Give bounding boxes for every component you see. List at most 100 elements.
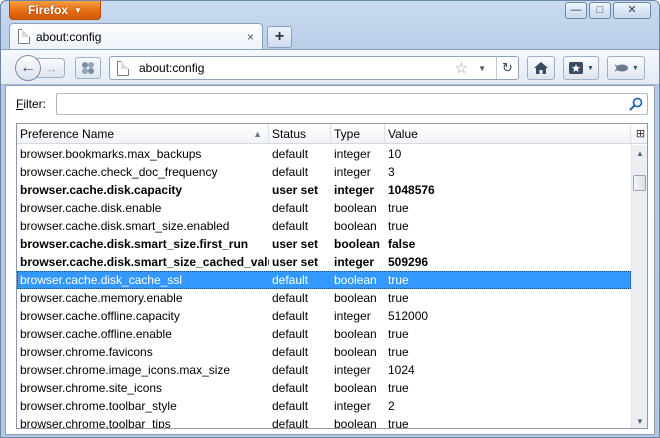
url-history-dropdown-icon[interactable]: ▼	[478, 64, 486, 73]
cell-type: boolean	[334, 327, 377, 341]
table-row[interactable]: browser.cache.disk.smart_size.first_run u…	[17, 235, 631, 253]
cell-status: default	[272, 345, 309, 359]
cell-status: default	[272, 309, 309, 323]
column-picker-icon[interactable]: ⊞	[631, 124, 647, 144]
table-row[interactable]: browser.chrome.site_icons default boolean t…	[17, 379, 631, 397]
cell-status: default	[272, 399, 309, 413]
back-forward-group: → ←	[15, 55, 71, 81]
table-row[interactable]: browser.cache.offline.enable default boole…	[17, 325, 631, 343]
table-row[interactable]: browser.chrome.toolbar_tips default boolea…	[17, 415, 631, 429]
cell-type: boolean	[334, 273, 377, 287]
cell-type: integer	[334, 147, 371, 161]
table-row[interactable]: browser.cache.disk.smart_size.enabled def…	[17, 217, 631, 235]
vertical-scrollbar[interactable]: ▲ ▼	[631, 145, 647, 428]
maximize-button[interactable]: □	[589, 2, 611, 19]
cell-status: default	[272, 147, 309, 161]
scroll-thumb[interactable]	[633, 175, 646, 191]
cell-name: browser.cache.disk.capacity	[20, 183, 183, 197]
cell-value: false	[388, 237, 416, 251]
page-icon	[18, 29, 30, 44]
bug-icon	[614, 64, 629, 72]
cell-type: integer	[334, 165, 371, 179]
column-header-status[interactable]: Status	[269, 124, 331, 144]
cell-name: browser.cache.disk.smart_size_cached_val…	[20, 255, 269, 269]
column-header-name[interactable]: Preference Name ▲	[17, 124, 269, 144]
cell-type: boolean	[334, 381, 377, 395]
cell-value: 1024	[388, 363, 415, 377]
cell-value: true	[388, 219, 409, 233]
column-header-type[interactable]: Type	[331, 124, 385, 144]
column-header-value[interactable]: Value	[385, 124, 631, 144]
chevron-down-icon: ▼	[74, 5, 82, 15]
home-button[interactable]	[527, 56, 555, 80]
cell-type: boolean	[334, 237, 381, 251]
filter-input-box[interactable]	[56, 93, 648, 115]
scroll-down-icon[interactable]: ▼	[632, 413, 647, 428]
url-bar[interactable]: about:config ☆ ▼ ↻	[109, 56, 519, 80]
tree-header: Preference Name ▲ Status Type Value ⊞	[17, 124, 647, 144]
cell-status: default	[272, 417, 309, 429]
table-row[interactable]: browser.cache.disk.smart_size_cached_val…	[17, 253, 631, 271]
page-content: Filter: Preference Name ▲ Status Type Va…	[5, 85, 655, 435]
cell-value: true	[388, 201, 409, 215]
cell-value: true	[388, 345, 409, 359]
window-controls: — □ ✕	[565, 2, 651, 19]
cell-type: integer	[334, 255, 375, 269]
table-row[interactable]: browser.cache.disk.capacity user set integ…	[17, 181, 631, 199]
table-row[interactable]: browser.bookmarks.max_backups default inte…	[17, 145, 631, 163]
cell-status: user set	[272, 237, 319, 251]
new-tab-button[interactable]: +	[267, 26, 292, 48]
cell-value: true	[388, 381, 409, 395]
cell-type: boolean	[334, 345, 377, 359]
cell-value: 1048576	[388, 183, 435, 197]
scroll-up-icon[interactable]: ▲	[632, 145, 647, 161]
cell-name: browser.bookmarks.max_backups	[20, 147, 202, 161]
back-button[interactable]: ←	[15, 55, 41, 81]
cell-status: user set	[272, 183, 319, 197]
filter-input[interactable]	[57, 94, 647, 114]
table-row[interactable]: browser.cache.offline.capacity default int…	[17, 307, 631, 325]
page-icon	[117, 60, 129, 76]
tab-close-icon[interactable]: ×	[247, 30, 254, 44]
url-text: about:config	[139, 61, 205, 75]
filter-row: Filter:	[16, 93, 648, 115]
table-row[interactable]: browser.chrome.favicons default boolean tru…	[17, 343, 631, 361]
table-row[interactable]: browser.chrome.toolbar_style default integ…	[17, 397, 631, 415]
cell-name: browser.cache.disk.enable	[20, 201, 162, 215]
tab-about-config[interactable]: about:config ×	[9, 23, 263, 49]
tab-title: about:config	[36, 29, 102, 44]
addon-menu-button[interactable]: ▼	[607, 56, 645, 80]
cell-name: browser.cache.disk.smart_size.first_run	[20, 237, 249, 251]
cell-name: browser.cache.disk_cache_ssl	[20, 273, 183, 287]
firefox-app-button[interactable]: Firefox ▼	[9, 1, 101, 20]
cell-value: true	[388, 417, 409, 429]
cell-status: default	[272, 273, 309, 287]
close-window-button[interactable]: ✕	[613, 2, 651, 19]
cell-status: default	[272, 381, 309, 395]
minimize-button[interactable]: —	[565, 2, 587, 19]
cell-type: integer	[334, 399, 371, 413]
reload-button[interactable]: ↻	[496, 57, 518, 79]
cell-name: browser.cache.check_doc_frequency	[20, 165, 218, 179]
star-bookmark-icon[interactable]: ☆	[455, 59, 468, 77]
table-row[interactable]: browser.cache.memory.enable default boolea…	[17, 289, 631, 307]
table-row[interactable]: browser.cache.check_doc_frequency default…	[17, 163, 631, 181]
bookmarks-menu-button[interactable]: ▼	[563, 56, 599, 80]
sort-ascending-icon: ▲	[253, 129, 262, 139]
preferences-tree[interactable]: Preference Name ▲ Status Type Value ⊞ br…	[16, 123, 648, 429]
table-row[interactable]: browser.cache.disk.enable default boolean t…	[17, 199, 631, 217]
table-row[interactable]: browser.cache.disk_cache_ssl default boole…	[17, 271, 631, 289]
cell-status: default	[272, 291, 309, 305]
cell-status: default	[272, 327, 309, 341]
site-identity-button[interactable]	[75, 57, 101, 79]
table-row[interactable]: browser.chrome.image_icons.max_size defau…	[17, 361, 631, 379]
cell-name: browser.cache.offline.capacity	[20, 309, 180, 323]
addon-bar-icon	[82, 62, 94, 74]
search-icon[interactable]	[629, 97, 643, 111]
cell-type: boolean	[334, 219, 377, 233]
firefox-app-button-label: Firefox	[28, 3, 69, 17]
cell-status: default	[272, 201, 309, 215]
cell-value: true	[388, 291, 409, 305]
chevron-down-icon: ▼	[632, 64, 639, 72]
forward-arrow-icon: →	[45, 60, 58, 76]
